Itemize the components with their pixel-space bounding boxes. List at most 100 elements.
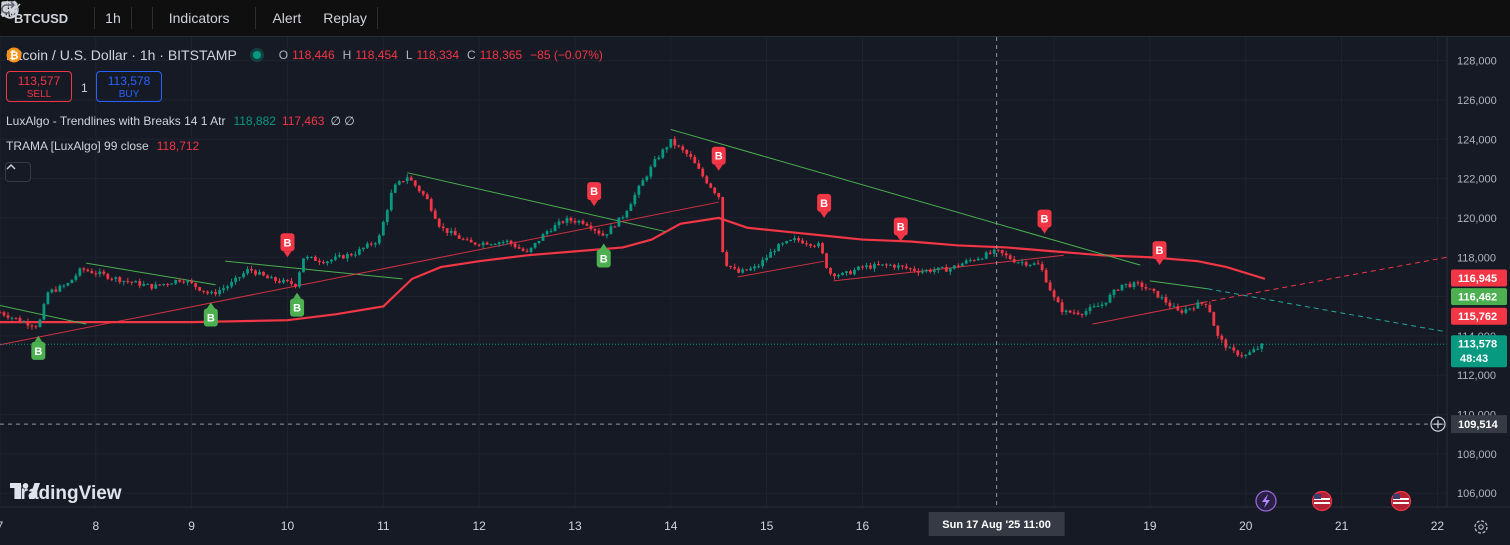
undo-button[interactable] bbox=[3, 0, 396, 36]
candle-body bbox=[801, 240, 804, 244]
candle-body bbox=[1080, 314, 1084, 316]
indicators-button[interactable]: Indicators bbox=[0, 0, 238, 36]
candle-body bbox=[980, 258, 984, 260]
alert-button[interactable]: Alert bbox=[2, 0, 309, 36]
divider bbox=[255, 7, 257, 29]
us-flag-icon[interactable] bbox=[1390, 490, 1412, 512]
buy-button[interactable]: 113,578 BUY bbox=[96, 71, 162, 102]
candle-body bbox=[409, 177, 413, 181]
indicator-name: LuxAlgo - Trendlines with Breaks 14 1 At… bbox=[6, 114, 226, 128]
replay-label: Replay bbox=[323, 10, 367, 26]
sell-signal-marker: B bbox=[280, 233, 295, 258]
compare-button[interactable] bbox=[1, 0, 92, 36]
replay-button[interactable]: Replay bbox=[0, 0, 375, 36]
interval-button[interactable]: 1h bbox=[97, 0, 129, 36]
candle-body bbox=[885, 264, 888, 266]
redo-button[interactable] bbox=[1, 0, 412, 36]
candle-body bbox=[665, 147, 669, 150]
signal-letter: B bbox=[820, 198, 828, 210]
candle-body bbox=[361, 247, 365, 250]
candle-body bbox=[1228, 347, 1232, 349]
candle-body bbox=[405, 177, 409, 182]
candle-body bbox=[34, 326, 38, 328]
resistance-trendline bbox=[407, 172, 667, 233]
us-flag-icon[interactable] bbox=[1311, 490, 1333, 512]
candle-body bbox=[948, 268, 952, 272]
candle-body bbox=[988, 252, 992, 254]
candle-body bbox=[533, 242, 537, 248]
chart-type-button[interactable] bbox=[2, 0, 150, 36]
candle-body bbox=[1236, 350, 1240, 356]
candle-body bbox=[142, 283, 146, 286]
candle-body bbox=[393, 184, 397, 193]
candle-body bbox=[445, 228, 449, 233]
candle-body bbox=[944, 267, 948, 272]
candle-body bbox=[889, 264, 892, 266]
price-tags: 116,945 116,462 115,762 113,578 48:43 bbox=[1451, 269, 1507, 368]
candle-body bbox=[318, 260, 321, 263]
candle-body bbox=[601, 233, 605, 236]
candle-body bbox=[381, 221, 385, 236]
sell-button[interactable]: 113,577 SELL bbox=[6, 71, 72, 102]
candle-body bbox=[996, 249, 1000, 251]
indicator-legend-trama[interactable]: TRAMA [LuxAlgo] 99 close 118,712 bbox=[6, 139, 199, 153]
candle-body bbox=[222, 288, 225, 291]
candle-body bbox=[26, 321, 30, 326]
candle-body bbox=[1072, 312, 1076, 314]
candle-body bbox=[841, 272, 844, 276]
candle-body bbox=[1136, 282, 1140, 284]
candle-body bbox=[10, 317, 14, 319]
price-tag: 113,578 48:43 bbox=[1451, 335, 1507, 368]
candle-body bbox=[677, 145, 681, 147]
candle-body bbox=[1252, 349, 1256, 353]
candle-body bbox=[932, 270, 936, 272]
high-label: H bbox=[342, 48, 352, 62]
candle-body bbox=[613, 226, 617, 228]
candle-body bbox=[138, 281, 142, 286]
signal-pointer bbox=[590, 200, 599, 207]
price-tick-label: 128,000 bbox=[1457, 56, 1497, 68]
candle-body bbox=[1164, 297, 1168, 303]
price-tag: 116,945 bbox=[1451, 269, 1507, 287]
candle-body bbox=[757, 266, 761, 268]
candle-body bbox=[1116, 289, 1120, 291]
indicator-value-lower: 117,463 bbox=[281, 114, 325, 128]
indicator-value-upper: 118,882 bbox=[233, 114, 276, 128]
layouts-button[interactable] bbox=[1, 0, 253, 36]
divider bbox=[151, 7, 153, 29]
price-tick-label: 126,000 bbox=[1457, 95, 1497, 107]
buy-signal-marker: B bbox=[596, 243, 611, 268]
candle-body bbox=[118, 277, 122, 283]
candle-body bbox=[657, 157, 661, 160]
time-axis[interactable]: 78910111213141516171819202122 bbox=[0, 519, 1444, 533]
time-tick-label: 19 bbox=[1143, 519, 1157, 533]
price-tag-value: 115,762 bbox=[1458, 311, 1497, 323]
candle-body bbox=[286, 279, 289, 282]
candle-body bbox=[637, 185, 641, 195]
candle-body bbox=[1040, 264, 1044, 271]
price-tick-label: 124,000 bbox=[1457, 134, 1497, 146]
candle-body bbox=[709, 183, 713, 188]
tradingview-logo[interactable]: TradingView bbox=[10, 483, 122, 505]
indicator-legend-trendlines[interactable]: LuxAlgo - Trendlines with Breaks 14 1 At… bbox=[6, 114, 355, 128]
time-tick-label: 20 bbox=[1239, 519, 1253, 533]
candle-body bbox=[0, 312, 2, 314]
candle-body bbox=[1232, 347, 1236, 351]
candle-body bbox=[972, 260, 976, 262]
settings-gear-icon[interactable] bbox=[1474, 520, 1488, 534]
time-tick-label: 9 bbox=[188, 519, 195, 533]
lightning-icon[interactable] bbox=[1255, 490, 1277, 512]
market-status-dot[interactable] bbox=[252, 51, 261, 59]
collapse-legend-button[interactable] bbox=[5, 162, 31, 182]
candle-body bbox=[545, 231, 549, 235]
candle-body bbox=[976, 258, 980, 261]
candle-body bbox=[122, 280, 126, 283]
candle-body bbox=[557, 221, 561, 226]
alert-label: Alert bbox=[272, 10, 302, 26]
candle-body bbox=[789, 239, 792, 242]
candle-body bbox=[1128, 283, 1132, 288]
time-tick-label: 13 bbox=[568, 519, 582, 533]
chart-area[interactable]: BBBBBBBBBBB 106,000108,000110,000112,000… bbox=[0, 37, 1510, 545]
signal-letter: B bbox=[600, 253, 608, 265]
candle-body bbox=[1016, 262, 1020, 264]
